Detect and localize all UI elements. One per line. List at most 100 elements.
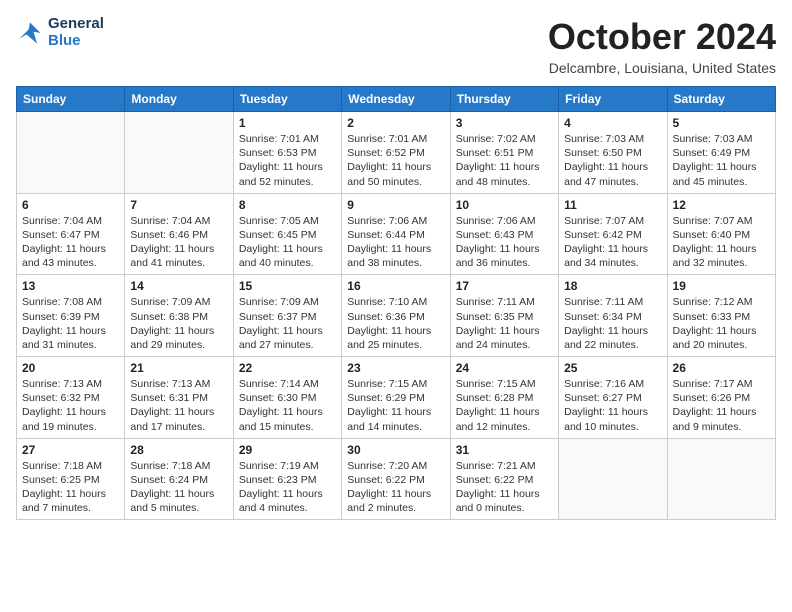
calendar-day-cell: 10Sunrise: 7:06 AM Sunset: 6:43 PM Dayli… (450, 193, 558, 275)
day-info: Sunrise: 7:20 AM Sunset: 6:22 PM Dayligh… (347, 459, 444, 516)
day-info: Sunrise: 7:12 AM Sunset: 6:33 PM Dayligh… (673, 295, 770, 352)
day-info: Sunrise: 7:02 AM Sunset: 6:51 PM Dayligh… (456, 132, 553, 189)
day-number: 3 (456, 116, 553, 130)
logo-bird-icon (16, 19, 44, 47)
day-number: 11 (564, 198, 661, 212)
month-title: October 2024 (548, 16, 776, 58)
day-info: Sunrise: 7:16 AM Sunset: 6:27 PM Dayligh… (564, 377, 661, 434)
day-info: Sunrise: 7:14 AM Sunset: 6:30 PM Dayligh… (239, 377, 336, 434)
day-info: Sunrise: 7:19 AM Sunset: 6:23 PM Dayligh… (239, 459, 336, 516)
calendar-day-cell: 12Sunrise: 7:07 AM Sunset: 6:40 PM Dayli… (667, 193, 775, 275)
day-info: Sunrise: 7:13 AM Sunset: 6:32 PM Dayligh… (22, 377, 119, 434)
calendar-day-cell (17, 112, 125, 194)
calendar-day-cell: 30 Sunrise: 7:20 AM Sunset: 6:22 PM Dayli… (342, 438, 450, 520)
calendar-week-row: 13 Sunrise: 7:08 AM Sunset: 6:39 PM Dayli… (17, 275, 776, 357)
calendar-week-row: 20 Sunrise: 7:13 AM Sunset: 6:32 PM Dayli… (17, 357, 776, 439)
day-number: 30 (347, 443, 444, 457)
calendar-day-cell (559, 438, 667, 520)
day-info: Sunrise: 7:09 AM Sunset: 6:37 PM Dayligh… (239, 295, 336, 352)
calendar-day-cell: 27 Sunrise: 7:18 AM Sunset: 6:25 PM Dayli… (17, 438, 125, 520)
calendar-day-cell: 29 Sunrise: 7:19 AM Sunset: 6:23 PM Dayli… (233, 438, 341, 520)
day-number: 23 (347, 361, 444, 375)
calendar-day-cell: 19 Sunrise: 7:12 AM Sunset: 6:33 PM Dayli… (667, 275, 775, 357)
calendar-day-cell: 25 Sunrise: 7:16 AM Sunset: 6:27 PM Dayli… (559, 357, 667, 439)
calendar-day-cell: 18 Sunrise: 7:11 AM Sunset: 6:34 PM Dayli… (559, 275, 667, 357)
day-number: 16 (347, 279, 444, 293)
calendar-day-cell: 16 Sunrise: 7:10 AM Sunset: 6:36 PM Dayli… (342, 275, 450, 357)
page-header: General Blue October 2024 Delcambre, Lou… (16, 16, 776, 76)
day-info: Sunrise: 7:13 AM Sunset: 6:31 PM Dayligh… (130, 377, 227, 434)
day-of-week-header: Friday (559, 87, 667, 112)
day-number: 13 (22, 279, 119, 293)
day-info: Sunrise: 7:10 AM Sunset: 6:36 PM Dayligh… (347, 295, 444, 352)
day-info: Sunrise: 7:04 AM Sunset: 6:47 PM Dayligh… (22, 214, 119, 271)
day-info: Sunrise: 7:04 AM Sunset: 6:46 PM Dayligh… (130, 214, 227, 271)
day-number: 12 (673, 198, 770, 212)
calendar-day-cell: 23 Sunrise: 7:15 AM Sunset: 6:29 PM Dayli… (342, 357, 450, 439)
day-info: Sunrise: 7:03 AM Sunset: 6:49 PM Dayligh… (673, 132, 770, 189)
day-info: Sunrise: 7:01 AM Sunset: 6:53 PM Dayligh… (239, 132, 336, 189)
day-number: 29 (239, 443, 336, 457)
calendar-day-cell: 28 Sunrise: 7:18 AM Sunset: 6:24 PM Dayli… (125, 438, 233, 520)
day-of-week-header: Tuesday (233, 87, 341, 112)
title-block: October 2024 Delcambre, Louisiana, Unite… (548, 16, 776, 76)
calendar-day-cell: 31Sunrise: 7:21 AM Sunset: 6:22 PM Dayli… (450, 438, 558, 520)
day-number: 2 (347, 116, 444, 130)
logo-blue: Blue (48, 33, 104, 50)
calendar-day-cell: 15Sunrise: 7:09 AM Sunset: 6:37 PM Dayli… (233, 275, 341, 357)
calendar-table: SundayMondayTuesdayWednesdayThursdayFrid… (16, 86, 776, 520)
calendar-day-cell: 8 Sunrise: 7:05 AM Sunset: 6:45 PM Daylig… (233, 193, 341, 275)
day-info: Sunrise: 7:11 AM Sunset: 6:34 PM Dayligh… (564, 295, 661, 352)
day-info: Sunrise: 7:03 AM Sunset: 6:50 PM Dayligh… (564, 132, 661, 189)
day-number: 5 (673, 116, 770, 130)
day-info: Sunrise: 7:08 AM Sunset: 6:39 PM Dayligh… (22, 295, 119, 352)
calendar-day-cell: 26Sunrise: 7:17 AM Sunset: 6:26 PM Dayli… (667, 357, 775, 439)
calendar-day-cell: 14Sunrise: 7:09 AM Sunset: 6:38 PM Dayli… (125, 275, 233, 357)
calendar-day-cell: 13 Sunrise: 7:08 AM Sunset: 6:39 PM Dayli… (17, 275, 125, 357)
day-info: Sunrise: 7:01 AM Sunset: 6:52 PM Dayligh… (347, 132, 444, 189)
day-number: 17 (456, 279, 553, 293)
day-of-week-header: Thursday (450, 87, 558, 112)
calendar-day-cell: 5 Sunrise: 7:03 AM Sunset: 6:49 PM Daylig… (667, 112, 775, 194)
calendar-week-row: 1 Sunrise: 7:01 AM Sunset: 6:53 PM Daylig… (17, 112, 776, 194)
location: Delcambre, Louisiana, United States (548, 60, 776, 76)
day-number: 26 (673, 361, 770, 375)
day-number: 19 (673, 279, 770, 293)
day-info: Sunrise: 7:18 AM Sunset: 6:24 PM Dayligh… (130, 459, 227, 516)
day-number: 27 (22, 443, 119, 457)
day-info: Sunrise: 7:06 AM Sunset: 6:44 PM Dayligh… (347, 214, 444, 271)
calendar-day-cell: 7Sunrise: 7:04 AM Sunset: 6:46 PM Daylig… (125, 193, 233, 275)
day-info: Sunrise: 7:15 AM Sunset: 6:28 PM Dayligh… (456, 377, 553, 434)
day-number: 20 (22, 361, 119, 375)
day-info: Sunrise: 7:07 AM Sunset: 6:42 PM Dayligh… (564, 214, 661, 271)
logo-text: General Blue (48, 16, 104, 49)
calendar-week-row: 6 Sunrise: 7:04 AM Sunset: 6:47 PM Daylig… (17, 193, 776, 275)
day-number: 14 (130, 279, 227, 293)
day-info: Sunrise: 7:05 AM Sunset: 6:45 PM Dayligh… (239, 214, 336, 271)
day-number: 21 (130, 361, 227, 375)
day-number: 9 (347, 198, 444, 212)
day-number: 8 (239, 198, 336, 212)
day-of-week-header: Wednesday (342, 87, 450, 112)
day-info: Sunrise: 7:06 AM Sunset: 6:43 PM Dayligh… (456, 214, 553, 271)
day-number: 28 (130, 443, 227, 457)
day-number: 25 (564, 361, 661, 375)
calendar-day-cell: 9 Sunrise: 7:06 AM Sunset: 6:44 PM Daylig… (342, 193, 450, 275)
day-of-week-header: Saturday (667, 87, 775, 112)
calendar-day-cell (667, 438, 775, 520)
day-info: Sunrise: 7:18 AM Sunset: 6:25 PM Dayligh… (22, 459, 119, 516)
day-number: 24 (456, 361, 553, 375)
day-number: 18 (564, 279, 661, 293)
day-number: 4 (564, 116, 661, 130)
calendar-day-cell: 6 Sunrise: 7:04 AM Sunset: 6:47 PM Daylig… (17, 193, 125, 275)
calendar-day-cell: 11 Sunrise: 7:07 AM Sunset: 6:42 PM Dayli… (559, 193, 667, 275)
day-number: 1 (239, 116, 336, 130)
day-number: 6 (22, 198, 119, 212)
calendar-day-cell (125, 112, 233, 194)
calendar-day-cell: 1 Sunrise: 7:01 AM Sunset: 6:53 PM Daylig… (233, 112, 341, 194)
calendar-week-row: 27 Sunrise: 7:18 AM Sunset: 6:25 PM Dayli… (17, 438, 776, 520)
calendar-day-cell: 21 Sunrise: 7:13 AM Sunset: 6:31 PM Dayli… (125, 357, 233, 439)
calendar-day-cell: 20 Sunrise: 7:13 AM Sunset: 6:32 PM Dayli… (17, 357, 125, 439)
logo-general: General (48, 16, 104, 33)
day-info: Sunrise: 7:15 AM Sunset: 6:29 PM Dayligh… (347, 377, 444, 434)
